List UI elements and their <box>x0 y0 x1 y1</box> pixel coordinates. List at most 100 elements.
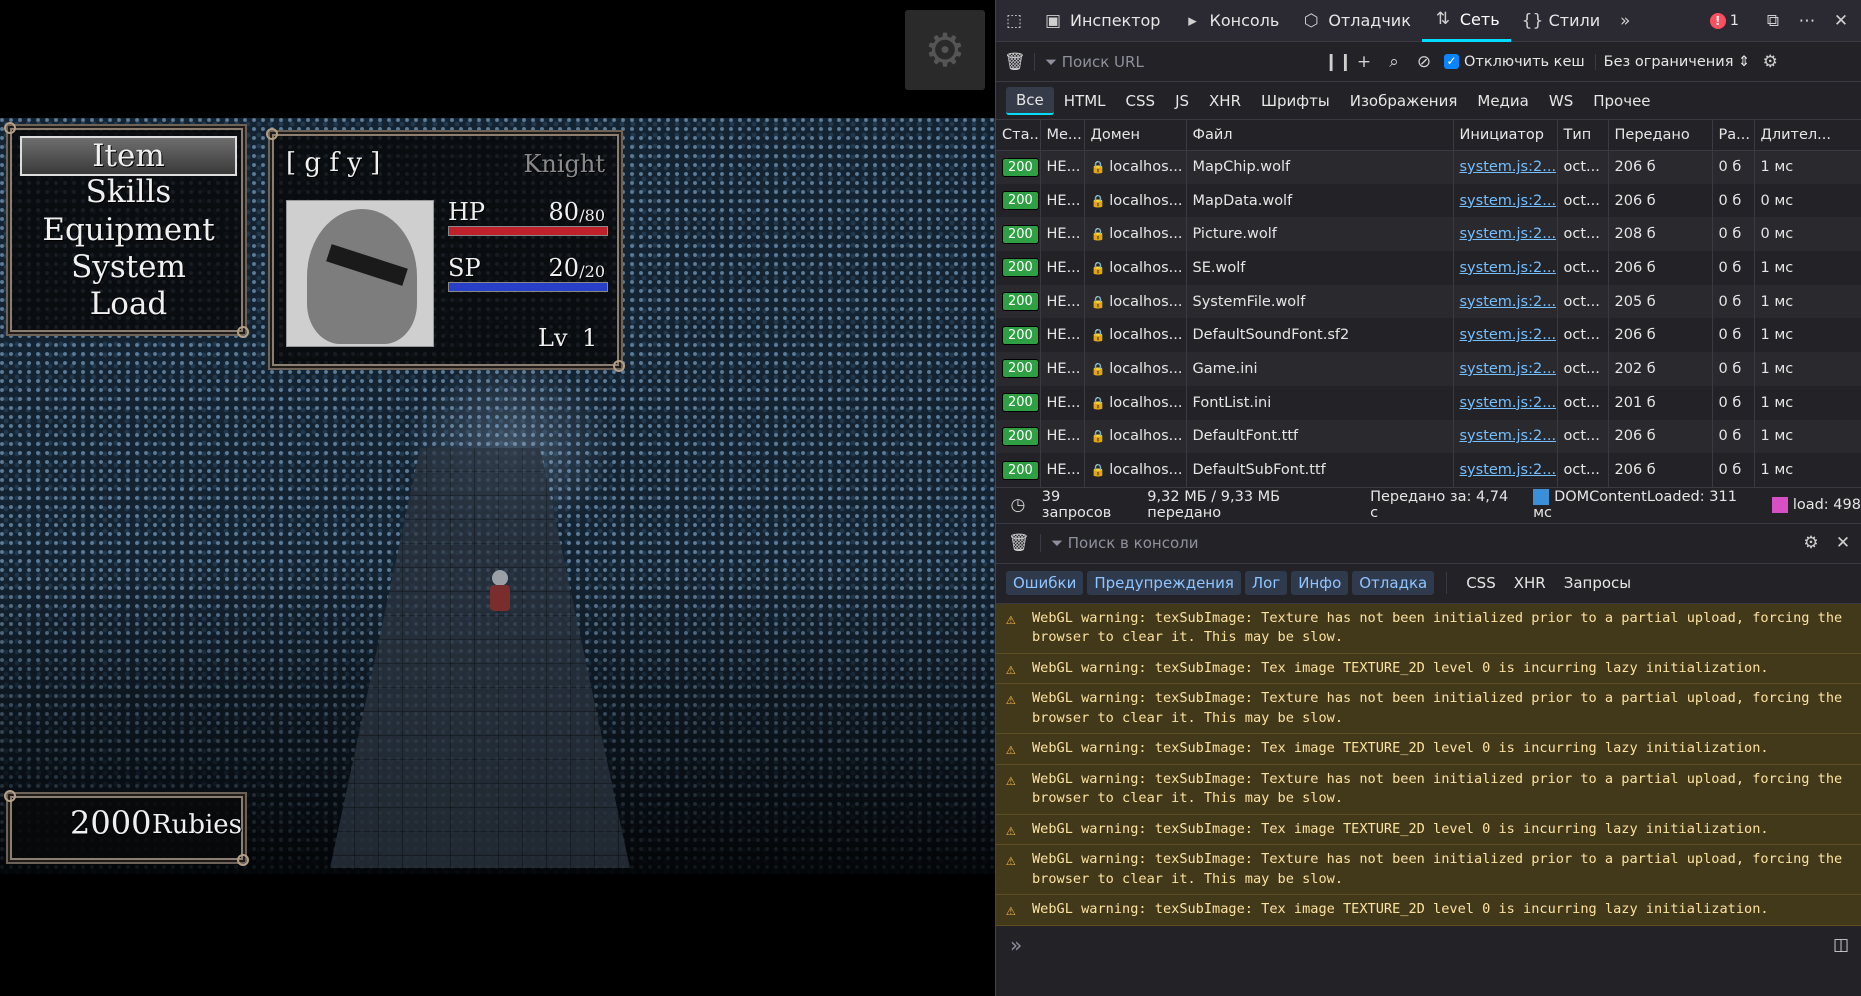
cell-initiator[interactable]: system.js:2... <box>1453 419 1558 454</box>
column-header[interactable]: Тип <box>1557 120 1609 151</box>
console-message[interactable]: ⚠ WebGL warning: texSubImage: Tex image T… <box>996 815 1861 846</box>
console-message[interactable]: ⚠ WebGL warning: texSubImage: Texture has… <box>996 765 1861 815</box>
gear-icon[interactable]: ⚙ <box>1801 533 1821 553</box>
column-header[interactable]: Инициатор <box>1453 120 1558 151</box>
cell-type: oct... <box>1557 251 1609 285</box>
plus-icon[interactable]: + <box>1354 52 1374 72</box>
sp-current: 20 <box>548 254 579 282</box>
cell-file: SE.wolf <box>1186 251 1454 285</box>
filter-xhr[interactable]: XHR <box>1507 571 1553 595</box>
trash-icon[interactable]: 🗑 <box>1008 533 1030 553</box>
lock-icon: 🔒 <box>1090 227 1110 242</box>
editor-mode-icon[interactable]: ◫ <box>1831 935 1851 955</box>
url-filter-input[interactable]: ⏷ Поиск URL <box>1034 52 1314 71</box>
menu-item-load[interactable]: Load <box>20 286 237 322</box>
console-message[interactable]: ⚠ WebGL warning: texSubImage: Texture has… <box>996 845 1861 896</box>
filter-debug[interactable]: Отладка <box>1352 571 1435 596</box>
cell-initiator[interactable]: system.js:2... <box>1453 217 1558 252</box>
menu-item-skills[interactable]: Skills <box>20 174 237 210</box>
more-tabs-icon[interactable]: » <box>1615 11 1635 31</box>
filter-xhr[interactable]: XHR <box>1199 88 1251 114</box>
table-row[interactable]: 200 HE... 🔒 localhos... Picture.wolf system.… <box>996 217 1861 252</box>
filter-errors[interactable]: Ошибки <box>1006 571 1084 596</box>
table-row[interactable]: 200 HE... 🔒 localhos... DefaultFont.ttf syst… <box>996 419 1861 454</box>
menu-dots-icon[interactable]: ⋯ <box>1797 11 1817 31</box>
block-icon[interactable]: ⊘ <box>1414 52 1434 72</box>
filter-info[interactable]: Инфо <box>1291 571 1349 596</box>
table-row[interactable]: 200 HE... 🔒 localhos... MapChip.wolf system.… <box>996 150 1861 184</box>
console-filter-input[interactable]: ⏷ Поиск в консоли <box>1040 534 1740 553</box>
table-row[interactable]: 200 HE... 🔒 localhos... MapData.wolf system.… <box>996 183 1861 218</box>
column-header[interactable]: Ме... <box>1040 120 1085 151</box>
cell-initiator[interactable]: system.js:2... <box>1453 251 1558 285</box>
filter-other[interactable]: Прочее <box>1583 88 1660 114</box>
dock-icon[interactable]: ⧉ <box>1763 11 1783 31</box>
filter-css[interactable]: CSS <box>1459 571 1503 595</box>
console-input[interactable]: » ◫ <box>996 925 1861 964</box>
actor-status-window[interactable]: [ g f y ] Knight HP 80 /80 SP 20 /20 Lv … <box>266 128 625 372</box>
cell-transferred: 208 б <box>1608 217 1713 252</box>
column-header[interactable]: Передано <box>1608 120 1713 151</box>
column-header[interactable]: Файл <box>1186 120 1454 151</box>
menu-item-item[interactable]: Item <box>20 136 237 176</box>
filter-warnings[interactable]: Предупреждения <box>1087 571 1241 596</box>
close-icon[interactable]: ✕ <box>1831 11 1851 31</box>
tab-inspector[interactable]: ▣ Инспектор <box>1032 0 1171 42</box>
table-row[interactable]: 200 HE... 🔒 localhos... FontList.ini system.… <box>996 385 1861 420</box>
cell-initiator[interactable]: system.js:2... <box>1453 385 1558 420</box>
filter-images[interactable]: Изображения <box>1340 88 1468 114</box>
cell-domain: 🔒 localhos... <box>1084 251 1187 285</box>
filter-media[interactable]: Медиа <box>1467 88 1538 114</box>
console-message[interactable]: ⚠ WebGL warning: texSubImage: Tex image T… <box>996 734 1861 765</box>
column-header[interactable]: Длител... <box>1754 120 1861 151</box>
console-message[interactable]: ⚠ WebGL warning: texSubImage: Tex image T… <box>996 654 1861 685</box>
filter-css[interactable]: CSS <box>1116 88 1166 114</box>
filter-requests[interactable]: Запросы <box>1557 571 1638 595</box>
cell-initiator[interactable]: system.js:2... <box>1453 318 1558 353</box>
cell-transferred: 206 б <box>1608 150 1713 184</box>
trash-icon[interactable]: 🗑 <box>1004 52 1026 72</box>
tab-console[interactable]: ▸ Консоль <box>1171 0 1290 42</box>
menu-item-equipment[interactable]: Equipment <box>20 212 237 248</box>
pick-element-icon[interactable]: ⬚ <box>1004 11 1024 31</box>
filter-html[interactable]: HTML <box>1054 88 1116 114</box>
filter-all[interactable]: Все <box>1006 86 1054 115</box>
hp-label: HP <box>448 198 486 226</box>
console-message[interactable]: ⚠ WebGL warning: texSubImage: Texture has… <box>996 684 1861 735</box>
filter-fonts[interactable]: Шрифты <box>1251 88 1340 114</box>
cell-initiator[interactable]: system.js:2... <box>1453 284 1558 319</box>
cell-initiator[interactable]: system.js:2... <box>1453 352 1558 386</box>
cell-initiator[interactable]: system.js:2... <box>1453 150 1558 184</box>
gear-icon[interactable]: ⚙ <box>905 10 985 90</box>
table-row[interactable]: 200 HE... 🔒 localhos... DefaultSubFont.ttf s… <box>996 453 1861 487</box>
tab-styles[interactable]: {} Стили <box>1511 0 1612 42</box>
tab-network[interactable]: ⇅ Сеть <box>1421 0 1511 42</box>
disable-cache-checkbox[interactable]: ✓ Отключить кеш <box>1444 54 1585 70</box>
cell-domain: 🔒 localhos... <box>1084 183 1187 218</box>
filter-ws[interactable]: WS <box>1539 88 1583 114</box>
search-icon[interactable]: ⌕ <box>1384 52 1404 72</box>
filter-log[interactable]: Лог <box>1244 571 1288 596</box>
error-counter[interactable]: ! 1 <box>1709 12 1739 29</box>
gear-icon[interactable]: ⚙ <box>1760 52 1780 72</box>
table-row[interactable]: 200 HE... 🔒 localhos... SystemFile.wolf syst… <box>996 284 1861 319</box>
throttle-select[interactable]: Без ограничения ⇕ <box>1594 53 1750 70</box>
table-row[interactable]: 200 HE... 🔒 localhos... SE.wolf system.js:2.… <box>996 251 1861 285</box>
network-request-table: Ста... Ме... Домен Файл Инициатор Тип Передано… <box>996 120 1861 487</box>
cell-initiator[interactable]: system.js:2... <box>1453 453 1558 487</box>
menu-item-system[interactable]: System <box>20 249 237 285</box>
cell-initiator[interactable]: system.js:2... <box>1453 183 1558 218</box>
column-header[interactable]: Ста... <box>996 120 1041 151</box>
console-message[interactable]: ⚠ WebGL warning: texSubImage: Tex image T… <box>996 895 1861 926</box>
filter-js[interactable]: JS <box>1165 88 1199 114</box>
tab-debugger[interactable]: ⬡ Отладчик <box>1290 0 1422 42</box>
table-row[interactable]: 200 HE... 🔒 localhos... Game.ini system.js:2… <box>996 352 1861 386</box>
column-header[interactable]: Ра... <box>1712 120 1755 151</box>
pause-icon[interactable]: ❙❙ <box>1324 52 1353 72</box>
message-text: WebGL warning: texSubImage: Texture has … <box>1032 770 1843 807</box>
game-canvas[interactable]: ⚙ Item Skills Equipment System Load [ g … <box>0 0 995 996</box>
table-row[interactable]: 200 HE... 🔒 localhos... DefaultSoundFont.sf… <box>996 318 1861 353</box>
close-icon[interactable]: ✕ <box>1833 533 1853 553</box>
column-header[interactable]: Домен <box>1084 120 1187 151</box>
console-message[interactable]: ⚠ WebGL warning: texSubImage: Texture has… <box>996 604 1861 654</box>
